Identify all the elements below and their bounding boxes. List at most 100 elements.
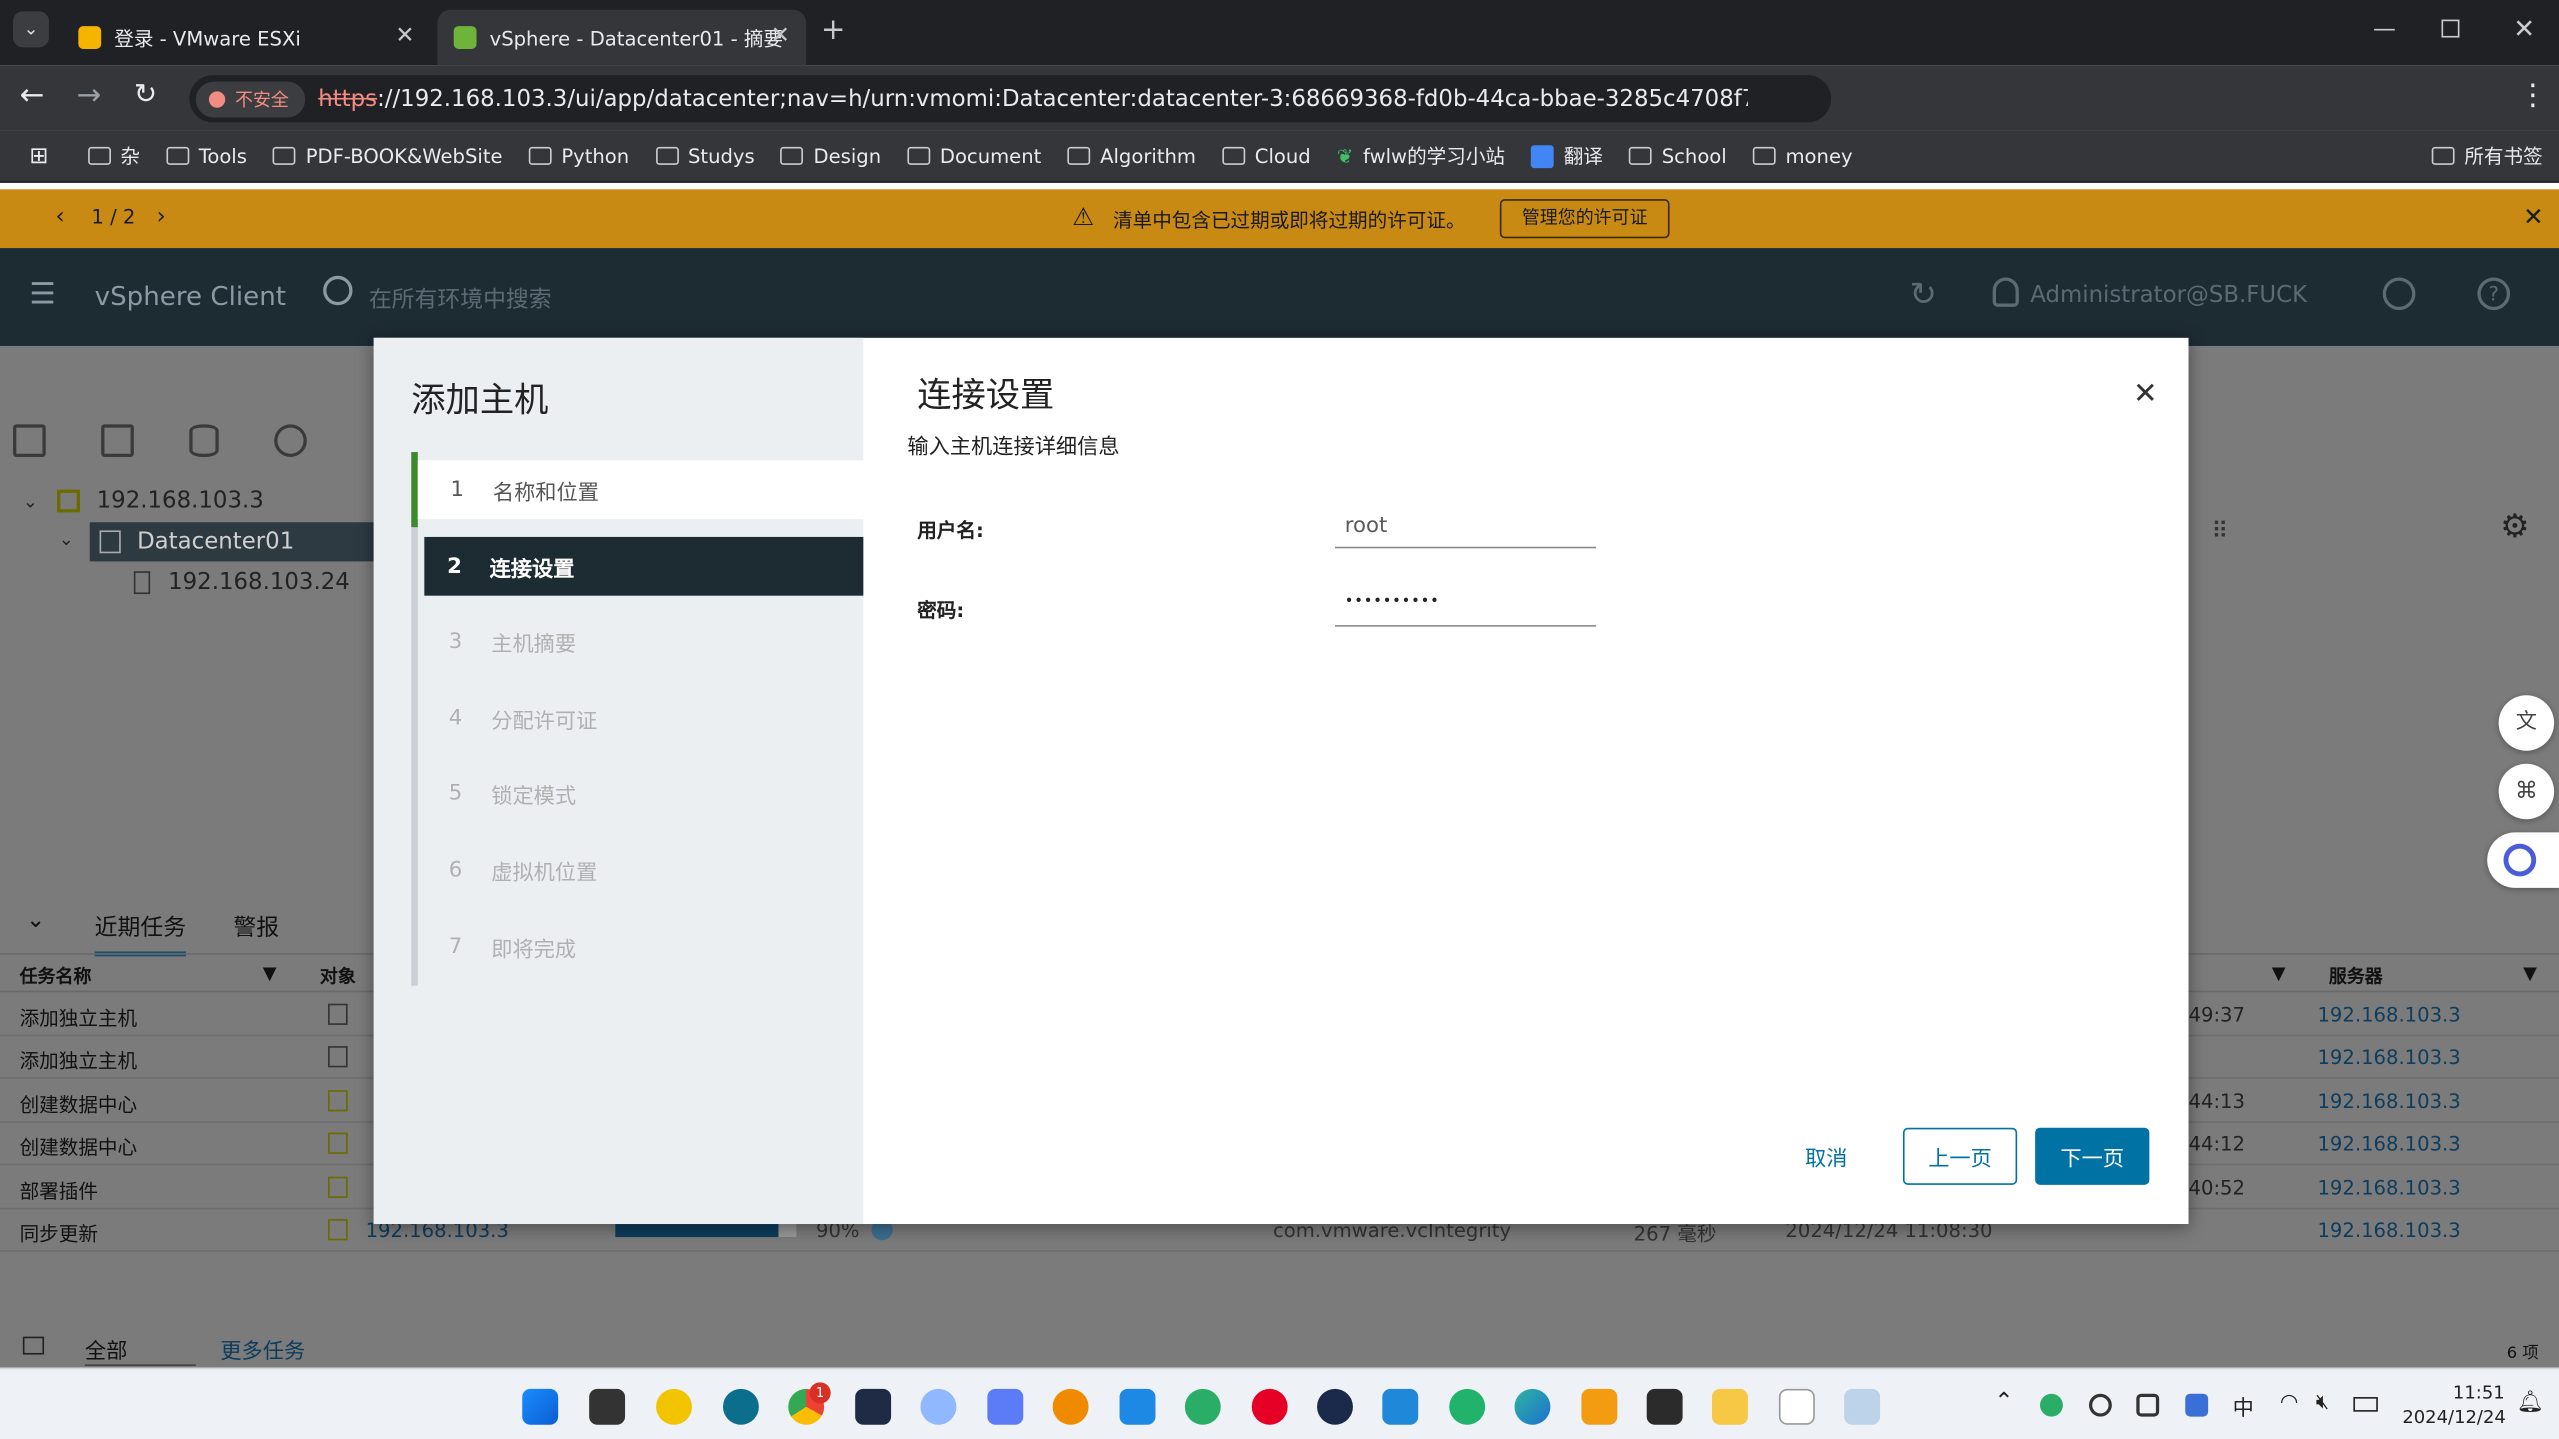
app-pen-icon[interactable] bbox=[987, 1388, 1024, 1425]
monitor-app-icon[interactable] bbox=[1844, 1388, 1881, 1425]
close-banner-icon[interactable]: ✕ bbox=[2523, 202, 2544, 231]
all-bookmarks-folder[interactable]: 所有书签 bbox=[2431, 142, 2543, 170]
search-app-icon[interactable] bbox=[1052, 1388, 1089, 1425]
global-search-input[interactable]: 在所有环境中搜索 bbox=[369, 282, 552, 315]
menu-hamburger-icon[interactable]: ☰ bbox=[29, 277, 55, 311]
tab-alarms[interactable]: 警报 bbox=[233, 911, 279, 944]
task-server-link[interactable]: 192.168.103.3 bbox=[2317, 1133, 2460, 1156]
help-icon[interactable]: ? bbox=[2477, 277, 2511, 311]
netease-music-icon[interactable] bbox=[1251, 1388, 1288, 1425]
vscode-icon[interactable] bbox=[1382, 1388, 1419, 1425]
address-bar[interactable]: 不安全 https ://192.168.103.3/ui/app/datace… bbox=[189, 75, 1832, 123]
notification-bell-icon[interactable]: 🔔︎ bbox=[2517, 1390, 2544, 1414]
file-explorer-icon[interactable] bbox=[1711, 1388, 1748, 1425]
tray-app-icon[interactable] bbox=[2136, 1393, 2160, 1417]
column-object[interactable]: 对象 bbox=[320, 963, 356, 989]
floating-assistant-button[interactable] bbox=[2487, 832, 2559, 888]
restore-icon[interactable] bbox=[2441, 19, 2460, 38]
next-page-icon[interactable]: › bbox=[157, 204, 166, 230]
bookmark-link[interactable]: ❦ fwlw的学习小站 bbox=[1337, 142, 1505, 170]
bookmark-folder[interactable]: Tools bbox=[166, 144, 247, 167]
back-button[interactable]: 上一页 bbox=[1902, 1127, 2018, 1185]
panel-layout-icon[interactable] bbox=[22, 1336, 45, 1355]
tray-overflow-icon[interactable]: ⌃ bbox=[1994, 1389, 2013, 1415]
task-server-link[interactable]: 192.168.103.3 bbox=[2317, 1219, 2460, 1242]
bookmark-folder[interactable]: Design bbox=[780, 144, 881, 167]
task-view-icon[interactable] bbox=[589, 1388, 626, 1425]
security-chip[interactable]: 不安全 bbox=[195, 80, 306, 117]
typora-icon[interactable] bbox=[1778, 1388, 1815, 1425]
apps-grid-icon[interactable]: ⊞ bbox=[29, 143, 48, 169]
floating-apps-button[interactable]: ⌘ bbox=[2498, 763, 2555, 820]
forward-arrow-icon[interactable]: → bbox=[77, 78, 102, 112]
tab-vsphere-datacenter[interactable]: vSphere - Datacenter01 - 摘要 ✕ bbox=[437, 9, 807, 66]
user-menu[interactable]: Administrator@SB.FUCK bbox=[2030, 282, 2307, 308]
ime-indicator[interactable]: 中 bbox=[2233, 1390, 2254, 1421]
tray-security-icon[interactable] bbox=[2185, 1393, 2209, 1417]
close-tab-icon[interactable]: ✕ bbox=[771, 23, 790, 49]
tray-wechat-icon[interactable] bbox=[2040, 1393, 2063, 1417]
tree-node-vcenter[interactable]: ⌄ 192.168.103.3 bbox=[23, 488, 264, 514]
tree-node-host[interactable]: 192.168.103.24 bbox=[133, 570, 350, 596]
column-task-name[interactable]: 任务名称 bbox=[20, 963, 92, 989]
app-circle-icon[interactable] bbox=[722, 1388, 759, 1425]
wechat-icon[interactable] bbox=[1184, 1388, 1221, 1425]
tab-search-button[interactable]: ⌄ bbox=[13, 11, 49, 48]
storage-icon[interactable] bbox=[189, 424, 219, 457]
close-tab-icon[interactable]: ✕ bbox=[395, 23, 414, 49]
start-windows-icon[interactable] bbox=[522, 1388, 559, 1425]
app-yellow-icon[interactable] bbox=[656, 1388, 692, 1425]
next-button[interactable]: 下一页 bbox=[2035, 1127, 2150, 1185]
tab-esxi-login[interactable]: 登录 - VMware ESXi ✕ bbox=[62, 10, 431, 65]
battery-icon[interactable] bbox=[2353, 1397, 2378, 1412]
tree-node-datacenter[interactable]: Datacenter01 bbox=[89, 522, 376, 562]
back-arrow-icon[interactable]: ← bbox=[20, 78, 45, 112]
bookmark-folder[interactable]: Cloud bbox=[1222, 144, 1311, 167]
manage-license-button[interactable]: 管理您的许可证 bbox=[1499, 199, 1670, 239]
bookmark-folder[interactable]: Algorithm bbox=[1067, 144, 1196, 167]
app-vm-icon[interactable] bbox=[1581, 1388, 1618, 1425]
task-server-link[interactable]: 192.168.103.3 bbox=[2317, 1004, 2460, 1027]
clock-date[interactable]: 2024/12/24 bbox=[2402, 1407, 2505, 1428]
volume-muted-icon[interactable]: 🔇︎ bbox=[2316, 1390, 2329, 1414]
cancel-button[interactable]: 取消 bbox=[1785, 1128, 1867, 1185]
collapse-panel-icon[interactable]: ⌄ bbox=[26, 907, 45, 933]
minimize-icon[interactable]: — bbox=[2373, 16, 2396, 42]
task-filter-select[interactable]: 全部 bbox=[84, 1333, 196, 1367]
tab-recent-tasks[interactable]: 近期任务 bbox=[94, 911, 187, 957]
refresh-icon[interactable]: ↻ bbox=[1909, 274, 1936, 313]
bookmark-folder[interactable]: School bbox=[1629, 144, 1727, 167]
wizard-step-1[interactable]: 1 名称和位置 bbox=[417, 460, 864, 519]
new-tab-button[interactable]: + bbox=[821, 13, 846, 47]
filter-icon[interactable]: ▼ bbox=[2272, 963, 2286, 984]
column-server[interactable]: 服务器 bbox=[2329, 963, 2383, 989]
clock-time[interactable]: 11:51 bbox=[2453, 1382, 2505, 1403]
drag-handle-icon[interactable]: ⠿ bbox=[2211, 519, 2228, 545]
password-field[interactable]: •••••••••• bbox=[1334, 588, 1597, 627]
bookmark-folder[interactable]: money bbox=[1752, 144, 1853, 167]
bookmark-link[interactable]: 翻译 bbox=[1531, 142, 1603, 170]
wizard-step-2[interactable]: 2 连接设置 bbox=[424, 536, 864, 596]
bookmark-folder[interactable]: Document bbox=[907, 144, 1041, 167]
more-tasks-link[interactable]: 更多任务 bbox=[220, 1333, 305, 1364]
settings-gear-icon[interactable]: ⚙ bbox=[2500, 506, 2529, 545]
vms-templates-icon[interactable] bbox=[101, 424, 134, 457]
bookmark-folder[interactable]: 杂 bbox=[87, 142, 140, 170]
close-dialog-icon[interactable]: ✕ bbox=[2133, 377, 2158, 411]
bookmark-folder[interactable]: PDF-BOOK&WebSite bbox=[273, 144, 503, 167]
floating-translate-button[interactable]: 文 bbox=[2498, 695, 2555, 751]
filter-icon[interactable]: ▼ bbox=[263, 963, 277, 984]
app-cat-icon[interactable] bbox=[855, 1388, 892, 1425]
prev-page-icon[interactable]: ‹ bbox=[55, 204, 64, 230]
bookmark-folder[interactable]: Python bbox=[528, 144, 629, 167]
task-server-link[interactable]: 192.168.103.3 bbox=[2317, 1047, 2460, 1070]
bookmark-folder[interactable]: Studys bbox=[655, 144, 755, 167]
tray-sync-icon[interactable] bbox=[2088, 1393, 2112, 1417]
hosts-clusters-icon[interactable] bbox=[13, 424, 46, 457]
terminal-icon[interactable] bbox=[1646, 1388, 1683, 1425]
app-star-icon[interactable] bbox=[1119, 1388, 1156, 1425]
reload-icon[interactable]: ↻ bbox=[134, 78, 157, 111]
filter-icon[interactable]: ▼ bbox=[2523, 963, 2537, 984]
username-field[interactable]: root bbox=[1334, 509, 1597, 549]
chevron-down-icon[interactable]: ⌄ bbox=[59, 529, 74, 550]
